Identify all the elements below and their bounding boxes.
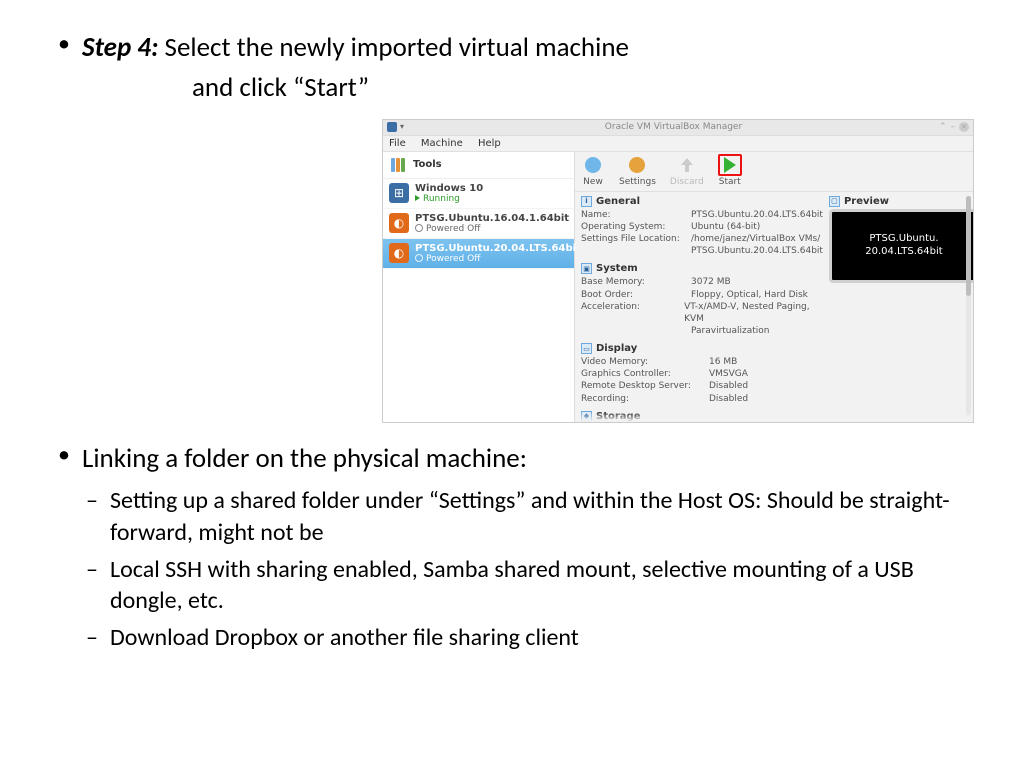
panel-system: ▣ System Base Memory:3072 MB Boot Order:F… bbox=[581, 263, 823, 337]
vm-status: Powered Off bbox=[415, 254, 581, 264]
step-label: Step 4: bbox=[82, 31, 158, 64]
close-icon[interactable]: × bbox=[959, 122, 969, 132]
vm-item-ubuntu16[interactable]: ◐ PTSG.Ubuntu.16.04.1.64bit Powered Off bbox=[383, 209, 574, 239]
start-icon bbox=[718, 154, 742, 176]
panel-title: Display bbox=[596, 343, 637, 354]
new-icon bbox=[581, 154, 605, 176]
kv-val: PTSG.Ubuntu.20.04.LTS.64bit bbox=[691, 245, 823, 257]
ubuntu-icon: ◐ bbox=[389, 213, 409, 233]
minimize-icon[interactable]: – bbox=[951, 122, 956, 132]
kv-key bbox=[581, 325, 691, 337]
vm-sidebar: Tools ⊞ Windows 10 Running ◐ bbox=[383, 152, 575, 422]
panel-display: ▭ Display Video Memory:16 MB Graphics Con… bbox=[581, 343, 823, 405]
step-bullet: Step 4: Select the newly imported virtua… bbox=[50, 30, 974, 423]
preview-thumbnail: PTSG.Ubuntu. 20.04.LTS.64bit bbox=[829, 209, 973, 283]
kv-val: /home/janez/VirtualBox VMs/ bbox=[691, 233, 820, 245]
toolbar: New Settings Discard bbox=[575, 152, 973, 192]
menu-help[interactable]: Help bbox=[478, 138, 501, 149]
sub-item: Download Dropbox or another file sharing… bbox=[82, 622, 974, 653]
vm-name: PTSG.Ubuntu.20.04.LTS.64bit bbox=[415, 243, 581, 254]
kv-val: 3072 MB bbox=[691, 276, 731, 288]
toolbar-discard: Discard bbox=[670, 154, 704, 187]
sub-item: Setting up a shared folder under “Settin… bbox=[82, 485, 974, 547]
kv-key bbox=[581, 245, 691, 257]
preview-line2: 20.04.LTS.64bit bbox=[865, 246, 942, 259]
toolbar-new[interactable]: New bbox=[581, 154, 605, 187]
vm-name: Windows 10 bbox=[415, 183, 483, 194]
general-icon: i bbox=[581, 196, 592, 207]
app-icon bbox=[387, 122, 397, 132]
kv-key: Video Memory: bbox=[581, 356, 709, 368]
toolbar-start-label: Start bbox=[718, 177, 742, 187]
fade-overlay bbox=[575, 412, 973, 422]
menu-machine[interactable]: Machine bbox=[421, 138, 463, 149]
preview-icon: ▢ bbox=[829, 196, 840, 207]
system-icon: ▣ bbox=[581, 263, 592, 274]
kv-key: Graphics Controller: bbox=[581, 368, 709, 380]
preview-line1: PTSG.Ubuntu. bbox=[865, 233, 942, 246]
menu-file[interactable]: File bbox=[389, 138, 406, 149]
kv-key: Operating System: bbox=[581, 221, 691, 233]
scrollbar[interactable] bbox=[966, 196, 971, 416]
panel-title: Preview bbox=[844, 196, 889, 207]
panel-title: General bbox=[596, 196, 640, 207]
toolbar-settings[interactable]: Settings bbox=[619, 154, 656, 187]
vm-item-ubuntu20-selected[interactable]: ◐ PTSG.Ubuntu.20.04.LTS.64bit Powered Of… bbox=[383, 239, 574, 269]
kv-key: Recording: bbox=[581, 393, 709, 405]
settings-icon bbox=[625, 154, 649, 176]
display-icon: ▭ bbox=[581, 343, 592, 354]
step-text: Select the newly imported virtual machin… bbox=[158, 31, 628, 64]
toolbar-new-label: New bbox=[581, 177, 605, 187]
kv-key: Acceleration: bbox=[581, 301, 684, 325]
discard-icon bbox=[675, 154, 699, 176]
vm-name: PTSG.Ubuntu.16.04.1.64bit bbox=[415, 213, 569, 224]
panel-general: iGeneral Name:PTSG.Ubuntu.20.04.LTS.64bi… bbox=[581, 196, 823, 258]
kv-val: Ubuntu (64-bit) bbox=[691, 221, 760, 233]
toolbar-settings-label: Settings bbox=[619, 177, 656, 187]
sidebar-tools[interactable]: Tools bbox=[383, 152, 574, 179]
tools-icon bbox=[391, 158, 407, 172]
vm-status: Running bbox=[415, 194, 483, 204]
virtualbox-window: ▾ Oracle VM VirtualBox Manager ⌃ – × Fil… bbox=[382, 119, 974, 423]
toolbar-discard-label: Discard bbox=[670, 177, 704, 187]
kv-key: Remote Desktop Server: bbox=[581, 380, 709, 392]
windows-icon: ⊞ bbox=[389, 183, 409, 203]
kv-val: 16 MB bbox=[709, 356, 737, 368]
vm-status: Powered Off bbox=[415, 224, 569, 234]
kv-val: Disabled bbox=[709, 380, 748, 392]
kv-val: VMSVGA bbox=[709, 368, 748, 380]
sub-item: Local SSH with sharing enabled, Samba sh… bbox=[82, 554, 974, 616]
window-title: Oracle VM VirtualBox Manager bbox=[605, 122, 742, 132]
window-titlebar: ▾ Oracle VM VirtualBox Manager ⌃ – × bbox=[383, 120, 973, 136]
vm-item-windows10[interactable]: ⊞ Windows 10 Running bbox=[383, 179, 574, 209]
kv-key: Settings File Location: bbox=[581, 233, 691, 245]
kv-val: Paravirtualization bbox=[691, 325, 770, 337]
linking-bullet: Linking a folder on the physical machine… bbox=[50, 441, 974, 653]
kv-val: PTSG.Ubuntu.20.04.LTS.64bit bbox=[691, 209, 823, 221]
window-dropdown-icon[interactable]: ▾ bbox=[400, 123, 408, 131]
caret-up-icon[interactable]: ⌃ bbox=[939, 122, 947, 132]
kv-val: Disabled bbox=[709, 393, 748, 405]
vm-details-pane: New Settings Discard bbox=[575, 152, 973, 422]
panel-preview: ▢ Preview PTSG.Ubuntu. 20.04.LTS.64bit bbox=[829, 196, 973, 283]
kv-key: Base Memory: bbox=[581, 276, 691, 288]
menu-bar: File Machine Help bbox=[383, 136, 973, 152]
scrollbar-thumb[interactable] bbox=[966, 196, 971, 296]
ubuntu-icon: ◐ bbox=[389, 243, 409, 263]
step-continuation: and click “Start” bbox=[82, 70, 974, 106]
toolbar-start[interactable]: Start bbox=[718, 154, 742, 187]
tools-label: Tools bbox=[413, 159, 442, 170]
kv-val: Floppy, Optical, Hard Disk bbox=[691, 289, 808, 301]
kv-val: VT-x/AMD-V, Nested Paging, KVM bbox=[684, 301, 823, 325]
kv-key: Boot Order: bbox=[581, 289, 691, 301]
kv-key: Name: bbox=[581, 209, 691, 221]
panel-title: System bbox=[596, 263, 638, 274]
linking-heading: Linking a folder on the physical machine… bbox=[82, 441, 974, 477]
